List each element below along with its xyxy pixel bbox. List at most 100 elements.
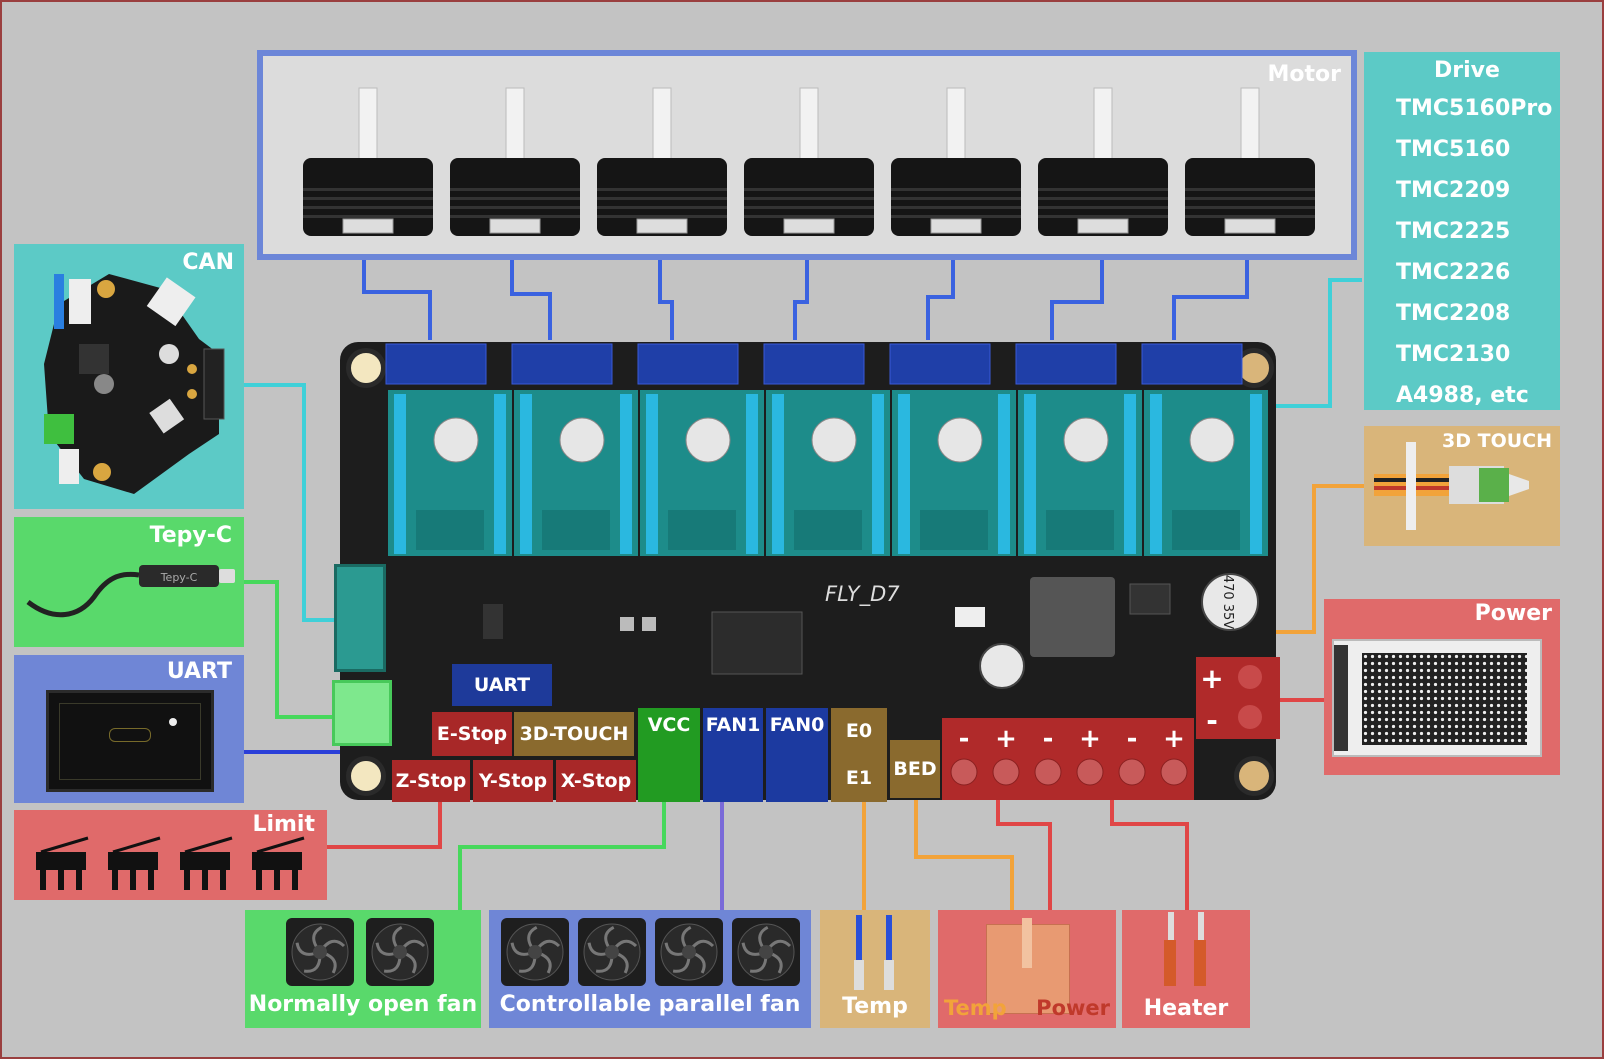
- psu-terminals: [1334, 645, 1348, 751]
- limit-wire: [327, 802, 442, 849]
- driver-module-6: [1015, 343, 1142, 556]
- bed-power-wire: [996, 798, 1052, 910]
- fan1-port-label: FAN1: [703, 708, 763, 802]
- temp-panel: Temp: [820, 910, 930, 1028]
- drive-item-tmc2225: TMC2225: [1396, 219, 1511, 244]
- can-panel: CAN: [14, 244, 244, 509]
- svg-text:470 35V: 470 35V: [1220, 575, 1235, 629]
- driver-module-5: [889, 343, 1016, 556]
- fans-graphic: [286, 918, 434, 986]
- screen-indicator: [169, 718, 177, 726]
- svg-text:-: -: [1127, 724, 1138, 754]
- screen-button: [109, 728, 151, 742]
- stepper-motor-4: [744, 87, 874, 236]
- svg-text:+: +: [1200, 662, 1223, 695]
- driver-module-4: [763, 343, 890, 556]
- drive-item-tmc2226: TMC2226: [1396, 260, 1511, 285]
- limit-switch-3: [180, 836, 233, 890]
- driver-module-3: [637, 343, 764, 556]
- driver-module-1: [385, 343, 512, 556]
- psu-vents: [1362, 653, 1527, 745]
- wiring-diagram: Motor Drive TMC5160Pro TMC5160 TMC2209 T…: [0, 0, 1604, 1059]
- vcc-port-label: VCC: [638, 708, 700, 802]
- touch-screen-graphic: [46, 690, 214, 792]
- power-panel: Power: [1324, 599, 1560, 775]
- svg-text:-: -: [1206, 704, 1218, 737]
- motors-graphic: [303, 87, 1315, 236]
- can-board-graphic: [44, 274, 225, 494]
- psu-graphic: [1332, 639, 1542, 757]
- normally-open-fan-label: Normally open fan: [248, 992, 478, 1017]
- drive-item-tmc5160: TMC5160: [1396, 137, 1511, 162]
- drive-item-tmc5160pro: TMC5160Pro: [1396, 96, 1553, 121]
- can-connector: [334, 564, 386, 672]
- xstop-port-label: X-Stop: [556, 760, 636, 802]
- tepyc-panel: Tepy-C Tepy-C: [14, 517, 244, 647]
- drive-item-tmc2209: TMC2209: [1396, 178, 1511, 203]
- driver-module-7: [1141, 343, 1268, 556]
- motor-panel: Motor: [257, 50, 1357, 260]
- limit-switches-graphic: [36, 836, 305, 890]
- parallel-fans-graphic: [501, 918, 800, 986]
- bed-port-label: BED: [890, 740, 940, 798]
- fan-fanRowB-3: [655, 918, 723, 986]
- uart-port-label: UART: [452, 664, 552, 706]
- touch-panel: 3D TOUCH: [1364, 426, 1560, 546]
- normally-open-fan-panel: Normally open fan: [245, 910, 481, 1028]
- bed-power-label: Power: [1036, 996, 1110, 1020]
- stepper-motor-6: [1038, 87, 1168, 236]
- limit-switch-2: [108, 836, 161, 890]
- terminal-blocks-graphic: + - - + - + - +: [942, 657, 1280, 800]
- zstop-port-label: Z-Stop: [392, 760, 470, 802]
- touch-port-label: 3D-TOUCH: [514, 712, 634, 756]
- parallel-fan-label: Controllable parallel fan: [499, 992, 801, 1017]
- can-wire: [230, 383, 337, 622]
- estop-port-label: E-Stop: [432, 712, 512, 756]
- svg-text:+: +: [1079, 724, 1101, 754]
- svg-text:+: +: [995, 724, 1017, 754]
- fan-wire: [458, 800, 666, 910]
- drive-panel: Drive TMC5160Pro TMC5160 TMC2209 TMC2225…: [1364, 52, 1560, 410]
- heater-label: Heater: [1143, 996, 1229, 1021]
- board-name: FLY_D7: [825, 582, 900, 606]
- fan-fanRowB-2: [578, 918, 646, 986]
- bltouch-graphic: [1374, 442, 1529, 530]
- fan-fanRowA-2: [366, 918, 434, 986]
- drive-title: Drive: [1434, 58, 1500, 83]
- uart-title: UART: [166, 659, 232, 684]
- drive-item-tmc2208: TMC2208: [1396, 301, 1511, 326]
- stepper-motor-7: [1185, 87, 1315, 236]
- bed-sensor-graphic: [1022, 918, 1032, 968]
- drive-item-a4988: A4988, etc: [1396, 383, 1529, 408]
- heater-panel: Heater: [1122, 910, 1250, 1028]
- stepper-motor-3: [597, 87, 727, 236]
- stepper-motor-1: [303, 87, 433, 236]
- temp-label: Temp: [842, 994, 908, 1019]
- limit-switch-4: [252, 836, 305, 890]
- limit-panel: Limit: [14, 810, 327, 900]
- parallel-fan-panel: Controllable parallel fan: [489, 910, 811, 1028]
- bed-temp-label: Temp: [944, 996, 1007, 1020]
- tepyc-wire: [240, 580, 337, 719]
- drive-item-tmc2130: TMC2130: [1396, 342, 1511, 367]
- driver-module-2: [511, 343, 638, 556]
- svg-text:+: +: [1163, 724, 1185, 754]
- ystop-port-label: Y-Stop: [473, 760, 553, 802]
- cable-label: Tepy-C: [160, 571, 198, 584]
- svg-text:-: -: [1043, 724, 1054, 754]
- uart-panel: UART: [14, 655, 244, 803]
- stepper-motor-5: [891, 87, 1021, 236]
- power-title: Power: [1474, 601, 1552, 626]
- e1-port-label: E1: [831, 754, 887, 802]
- bed-panel: Temp Power: [938, 910, 1116, 1028]
- fan-fanRowB-4: [732, 918, 800, 986]
- heater-wire: [1110, 798, 1189, 910]
- e0-port-label: E0: [831, 708, 887, 754]
- thermistor-graphic: [854, 915, 894, 990]
- usb-cable-graphic: Tepy-C: [26, 565, 235, 618]
- limit-switch-1: [36, 836, 89, 890]
- svg-text:-: -: [959, 724, 970, 754]
- stepper-motor-2: [450, 87, 580, 236]
- fan0-port-label: FAN0: [766, 708, 828, 802]
- fan-fanRowB-1: [501, 918, 569, 986]
